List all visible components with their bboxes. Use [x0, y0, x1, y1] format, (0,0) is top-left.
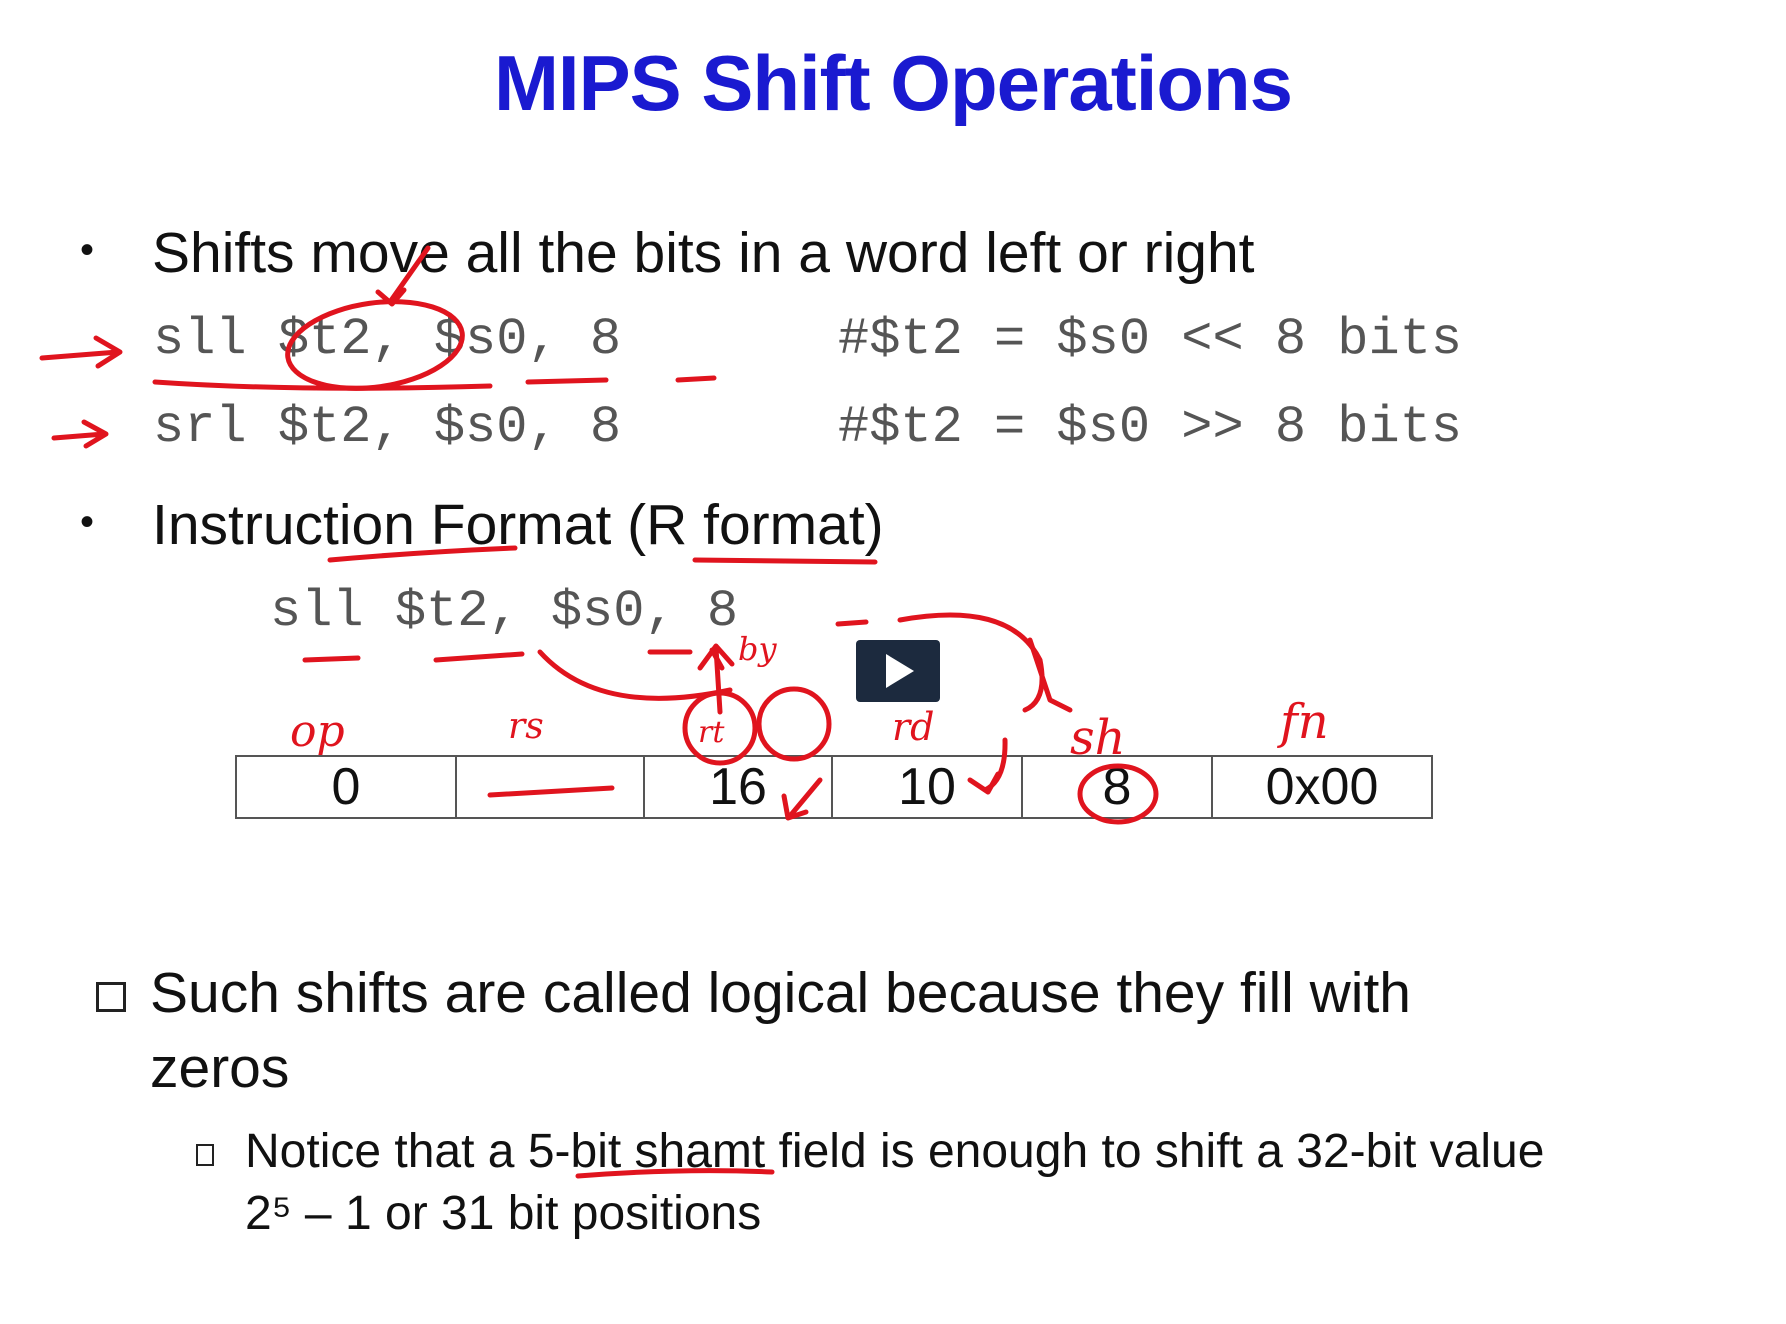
- circle-shamt: [1077, 763, 1159, 825]
- label-rt: rt: [698, 715, 725, 750]
- label-by: by: [738, 630, 777, 668]
- circle-t2: [285, 299, 465, 391]
- ink-annotations: op rs rt rd sh fn by: [39, 245, 1329, 1179]
- arrow-sll: [39, 335, 123, 369]
- label-rd: rd: [892, 705, 935, 749]
- label-fn: fn: [1277, 694, 1329, 750]
- slide: MIPS Shift Operations • Shifts move all …: [0, 0, 1786, 1324]
- circle-s0: [756, 686, 832, 762]
- label-rs: rs: [508, 706, 544, 747]
- arrow-srl: [51, 419, 109, 449]
- label-op: op: [290, 706, 345, 757]
- label-sh: sh: [1070, 710, 1126, 766]
